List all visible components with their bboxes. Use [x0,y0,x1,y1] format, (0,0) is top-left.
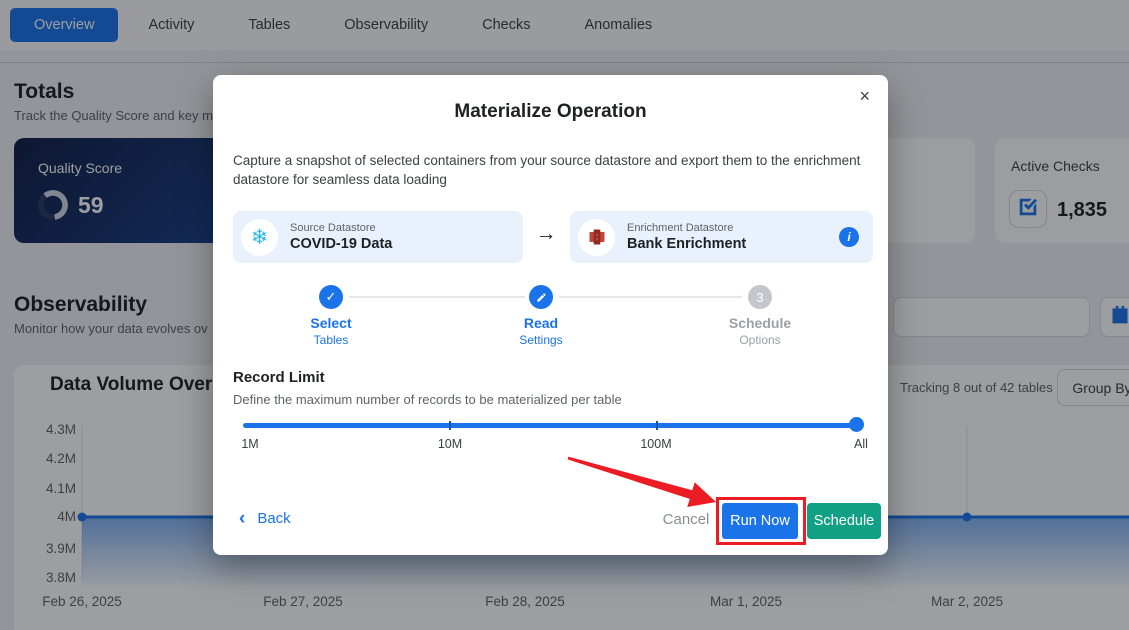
run-now-button[interactable]: Run Now [722,503,798,539]
slider-tick-10m [449,421,451,430]
step-2-pencil-icon [529,285,553,309]
info-icon[interactable]: i [839,227,859,247]
source-datastore-card: ❄ Source Datastore COVID-19 Data [233,211,523,263]
record-limit-slider-thumb[interactable] [849,417,864,432]
enrichment-datastore-card: Enrichment Datastore Bank Enrichment i [570,211,873,263]
materialize-operation-modal: × Materialize Operation Capture a snapsh… [213,75,888,555]
arrow-right-icon: → [531,222,561,246]
step-3-number: 3 [748,285,772,309]
step-2-label[interactable]: Read Settings [471,315,611,347]
modal-title: Materialize Operation [213,101,888,123]
enrichment-datastore-label: Enrichment Datastore [627,222,746,234]
source-datastore-label: Source Datastore [290,222,392,234]
step-1-check-icon: ✓ [319,285,343,309]
cancel-button[interactable]: Cancel [646,511,726,528]
enrichment-datastore-icon [578,219,615,256]
slider-label-100m: 100M [626,437,686,451]
record-limit-title: Record Limit [233,369,325,386]
chevron-left-icon: ‹ [239,509,245,528]
source-datastore-name: COVID-19 Data [290,236,392,252]
schedule-button[interactable]: Schedule [807,503,881,539]
step-1-label[interactable]: Select Tables [261,315,401,347]
slider-label-10m: 10M [420,437,480,451]
back-button[interactable]: ‹ Back [239,509,291,528]
slider-label-all: All [831,437,891,451]
step-connector [559,296,742,298]
step-connector [349,296,525,298]
snowflake-icon: ❄ [241,219,278,256]
record-limit-slider-track[interactable] [243,423,863,428]
step-3-label[interactable]: Schedule Options [690,315,830,347]
slider-label-1m: 1M [220,437,280,451]
slider-tick-100m [656,421,658,430]
modal-description: Capture a snapshot of selected container… [233,151,861,189]
record-limit-description: Define the maximum number of records to … [233,392,622,407]
enrichment-datastore-name: Bank Enrichment [627,236,746,252]
page: Overview Activity Tables Observability C… [0,0,1129,630]
